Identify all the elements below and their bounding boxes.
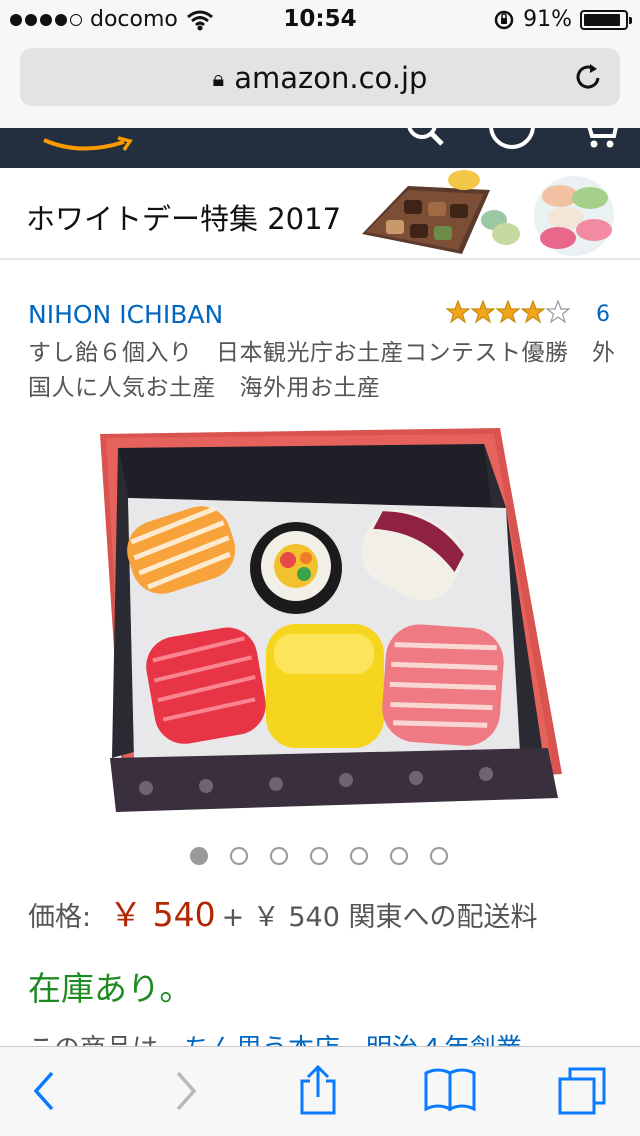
product-title: すし飴６個入り 日本観光庁お土産コンテスト優勝 外国人に人気お土産 海外用お土産 [28, 340, 616, 401]
amazon-header [0, 128, 640, 168]
forward-icon[interactable] [170, 1069, 200, 1113]
promo-banner[interactable]: ホワイトデー特集 2017 [0, 168, 640, 260]
shipping-fee: + ￥ 540 関東への配送料 [221, 902, 538, 933]
back-icon[interactable] [30, 1069, 60, 1113]
bookmarks-icon[interactable] [422, 1067, 478, 1113]
account-icon[interactable] [488, 128, 536, 154]
share-icon[interactable] [296, 1063, 340, 1117]
star-filled-icon [446, 300, 470, 324]
banner-title: ホワイトデー特集 2017 [26, 202, 342, 236]
browser-chrome: 🔒︎ amazon.co.jp [0, 40, 640, 128]
amazon-logo[interactable] [40, 134, 140, 158]
lock-icon: 🔒︎ [212, 67, 225, 92]
star-filled-icon [496, 300, 520, 324]
banner-sweets-image [362, 170, 614, 256]
header-icons [402, 128, 620, 154]
url-text: amazon.co.jp [234, 61, 428, 95]
address-bar[interactable]: 🔒︎ amazon.co.jp [20, 48, 620, 106]
carousel-dot[interactable] [310, 847, 328, 865]
price-row: 価格: ￥ 540 + ￥ 540 関東への配送料 [28, 888, 538, 936]
battery-percent: 91% [523, 7, 572, 32]
carousel-dot[interactable] [430, 847, 448, 865]
brand-link[interactable]: NIHON ICHIBAN [28, 300, 223, 329]
star-filled-icon [471, 300, 495, 324]
star-empty-icon [546, 300, 570, 324]
star-filled-icon [521, 300, 545, 324]
carousel-dot[interactable] [270, 847, 288, 865]
battery-level [584, 13, 621, 26]
status-right: 91% [493, 7, 632, 32]
in-stock-label: 在庫あり。 [28, 969, 193, 1008]
browser-toolbar [0, 1046, 640, 1136]
carousel-dot[interactable] [350, 847, 368, 865]
cart-icon[interactable] [576, 128, 620, 154]
star-rating[interactable] [446, 300, 570, 324]
price-label: 価格: [28, 902, 92, 933]
carousel-dot[interactable] [390, 847, 408, 865]
review-count-link[interactable]: 6 [596, 302, 610, 327]
search-icon[interactable] [402, 128, 448, 154]
url-display[interactable]: 🔒︎ amazon.co.jp [20, 61, 620, 95]
reload-icon[interactable] [574, 60, 604, 92]
battery-icon [580, 9, 632, 30]
price-amount: ￥ 540 [109, 895, 216, 934]
orientation-lock-icon [494, 10, 514, 29]
product-image[interactable] [76, 418, 566, 816]
status-bar: docomo 10:54 91% [0, 0, 640, 40]
carousel-dot[interactable] [230, 847, 248, 865]
carousel-dot[interactable] [190, 847, 208, 865]
image-carousel-dots[interactable] [190, 847, 448, 865]
tabs-icon[interactable] [556, 1065, 608, 1117]
